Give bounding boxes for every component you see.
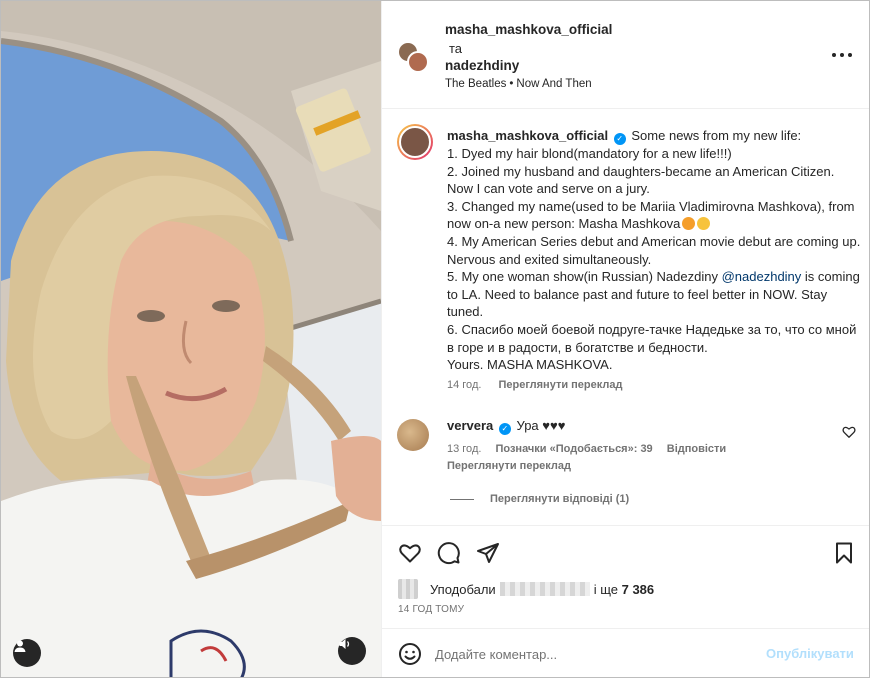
- music-separator: •: [509, 78, 514, 90]
- comment-username[interactable]: ververa: [447, 418, 493, 433]
- comment-meta: 13 год. Позначки «Подобається»: 39 Відпо…: [447, 443, 737, 455]
- caption-line: Yours. MASHA MASHKOVA.: [447, 357, 613, 373]
- music-info[interactable]: The Beatles • Now And Then: [445, 78, 592, 90]
- share-icon[interactable]: [476, 541, 500, 565]
- verified-icon: ✓: [498, 423, 511, 435]
- fire-face-emoji-icon: [682, 217, 696, 231]
- avatar: [407, 51, 429, 73]
- laughing-emoji-icon: [697, 217, 711, 231]
- likes-count[interactable]: 7 386: [622, 582, 655, 597]
- avatar[interactable]: [397, 124, 433, 160]
- instagram-post-modal: masha_mashkova_official та nadezhdiny Th…: [0, 0, 870, 678]
- collab-username[interactable]: nadezhdiny: [445, 58, 519, 73]
- likes-summary[interactable]: Уподобали і ще 7 386: [398, 579, 654, 599]
- view-replies-button[interactable]: Переглянути відповіді (1): [450, 493, 629, 505]
- liker-avatar-blurred: [398, 579, 418, 599]
- more-dot: [848, 53, 852, 57]
- post-timestamp[interactable]: 14 ГОД ТОМУ: [398, 604, 464, 615]
- caption-username[interactable]: masha_mashkova_official: [447, 128, 608, 143]
- translate-button[interactable]: Переглянути переклад: [498, 379, 622, 391]
- more-dot: [840, 53, 844, 57]
- action-bar: Уподобали і ще 7 386 14 ГОД ТОМУ: [382, 525, 869, 615]
- caption-line: 2. Joined my husband and daughters-becam…: [447, 163, 835, 197]
- tagged-users-button[interactable]: [13, 639, 41, 667]
- audio-toggle-button[interactable]: [338, 637, 366, 665]
- caption-line: 5. My one woman show(in Russian) Nadezdi…: [447, 269, 718, 285]
- caption-line: 1. Dyed my hair blond(mandatory for a ne…: [447, 146, 732, 161]
- comment-text: ververa ✓ Ура ♥♥♥: [447, 418, 565, 435]
- music-track[interactable]: Now And Then: [516, 78, 591, 90]
- speaker-icon: [339, 639, 350, 649]
- comment-likes-count[interactable]: Позначки «Подобається»: 39: [495, 443, 652, 455]
- likes-suffix: і ще: [593, 581, 618, 597]
- music-artist[interactable]: The Beatles: [445, 78, 506, 90]
- heart-icon[interactable]: [398, 541, 422, 565]
- caption-line: Some news from my new life:: [631, 128, 802, 143]
- caption-time[interactable]: 14 год.: [447, 379, 481, 391]
- likes-prefix: Уподобали: [430, 581, 496, 597]
- add-comment-bar: Опублікувати: [382, 628, 869, 677]
- liker-name-blurred: [499, 582, 590, 596]
- replies-divider: [450, 498, 474, 500]
- view-replies-label[interactable]: Переглянути відповіді (1): [490, 493, 629, 505]
- post-details-panel: masha_mashkova_official та nadezhdiny Th…: [381, 1, 869, 677]
- caption-line: 4. My American Series debut and American…: [447, 233, 861, 267]
- caption-meta: 14 год. Переглянути переклад: [447, 379, 623, 391]
- collab-conjunction: та: [449, 41, 463, 56]
- caption-line: 6. Спасибо моей боевой подруге-тачке Над…: [447, 321, 857, 355]
- caption-text: masha_mashkova_official ✓ Some news from…: [447, 127, 862, 374]
- author-username[interactable]: masha_mashkova_official: [445, 22, 612, 37]
- post-photo[interactable]: [1, 1, 381, 677]
- emoji-icon[interactable]: [398, 642, 422, 666]
- comment-body: Ура ♥♥♥: [516, 418, 566, 433]
- caption-line: 3. Changed my name(used to be Mariia Vla…: [447, 198, 855, 232]
- reply-button[interactable]: Відповісти: [667, 443, 726, 455]
- comment-time[interactable]: 13 год.: [447, 443, 481, 455]
- avatar-image: [399, 126, 431, 158]
- comment-icon[interactable]: [437, 541, 461, 565]
- more-horizontal-icon: [832, 53, 836, 57]
- collab-avatars[interactable]: [397, 41, 431, 75]
- post-header: masha_mashkova_official та nadezhdiny Th…: [382, 1, 869, 109]
- bookmark-icon[interactable]: [832, 541, 856, 565]
- verified-icon: ✓: [613, 133, 626, 145]
- comment-input[interactable]: [435, 641, 755, 667]
- comment-like-heart-icon[interactable]: [842, 425, 856, 439]
- comment-translate-button[interactable]: Переглянути переклад: [447, 460, 571, 472]
- publish-button[interactable]: Опублікувати: [766, 646, 854, 661]
- avatar[interactable]: [397, 419, 429, 451]
- selfie-image: [1, 1, 381, 677]
- user-icon: [14, 640, 26, 652]
- mention-link[interactable]: @nadezhdiny: [722, 269, 802, 284]
- more-options-button[interactable]: [832, 48, 852, 62]
